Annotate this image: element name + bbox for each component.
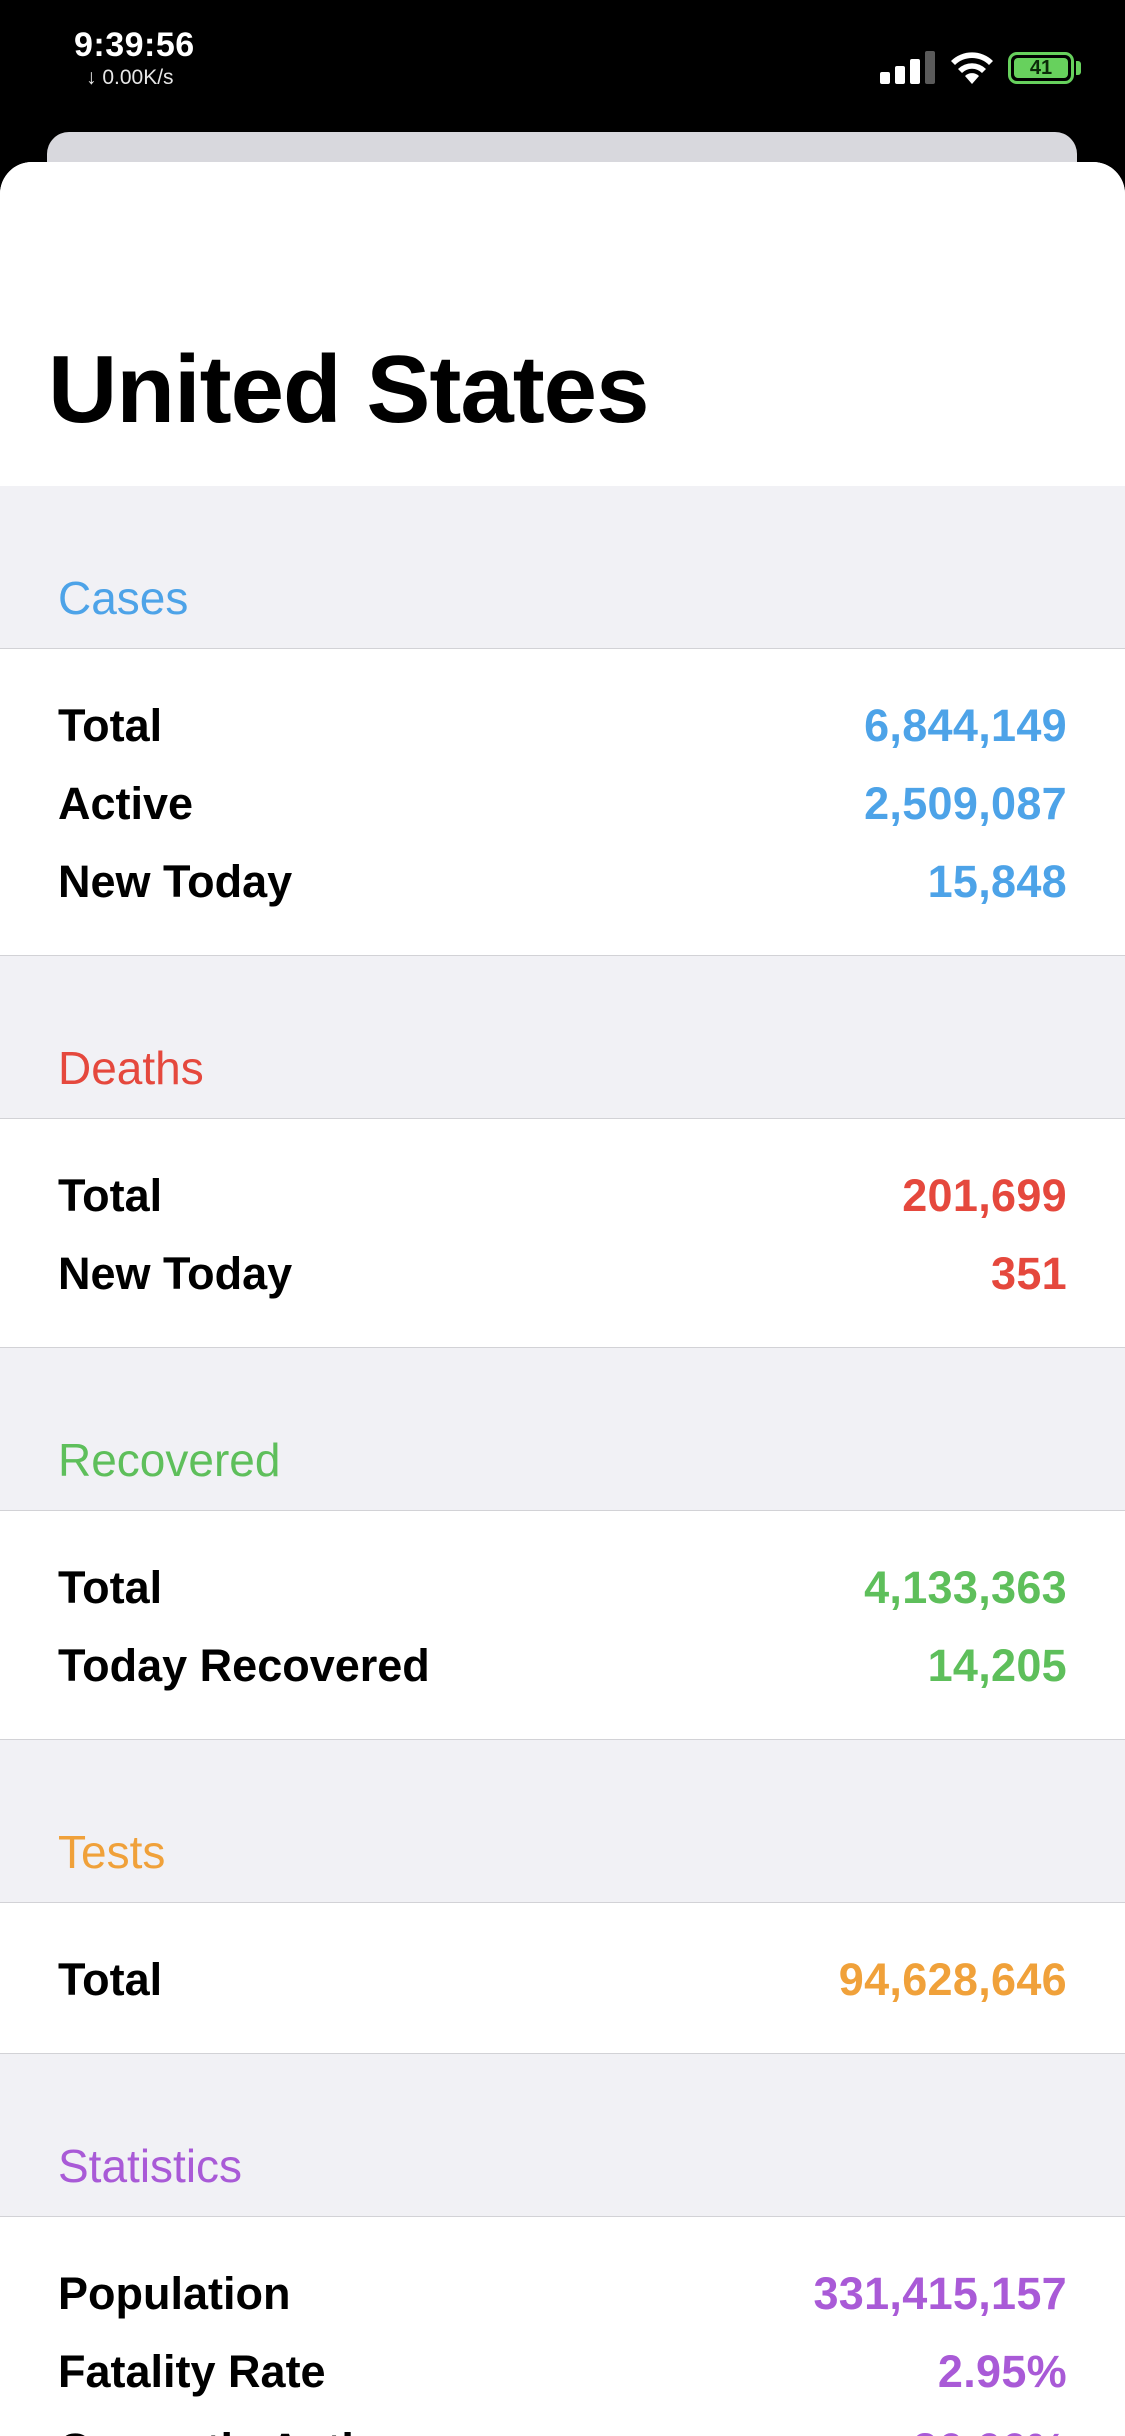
battery-cap (1076, 61, 1081, 75)
status-time: 9:39:56 (74, 26, 195, 64)
stat-value: 2.95% (937, 2346, 1067, 2397)
section-header-recovered: Recovered (0, 1348, 1125, 1511)
stat-value: 331,415,157 (813, 2268, 1067, 2319)
stat-value: 351 (991, 1248, 1067, 1299)
stat-row: Total 6,844,149 (0, 687, 1125, 765)
stat-row: New Today 15,848 (0, 843, 1125, 921)
section-header-cases: Cases (0, 486, 1125, 649)
stat-label: Total (58, 700, 163, 751)
section-body-deaths: Total 201,699 New Today 351 (0, 1119, 1125, 1348)
stat-value: 15,848 (927, 856, 1067, 907)
stat-label: Today Recovered (58, 1640, 430, 1691)
wifi-icon (951, 52, 993, 84)
section-title-cases: Cases (58, 572, 189, 624)
stat-label: New Today (58, 1248, 293, 1299)
section-title-deaths: Deaths (58, 1042, 204, 1094)
section-title-recovered: Recovered (58, 1434, 281, 1486)
stat-value: 94,628,646 (838, 1954, 1067, 2005)
section-header-deaths: Deaths (0, 956, 1125, 1119)
battery-icon: 41 (1008, 52, 1074, 84)
section-header-statistics: Statistics (0, 2054, 1125, 2217)
stat-label: Total (58, 1562, 163, 1613)
stat-row: Fatality Rate 2.95% (0, 2333, 1125, 2411)
network-speed: ↓ 0.00K/s (86, 66, 174, 89)
stat-row: Today Recovered 14,205 (0, 1627, 1125, 1705)
section-title-statistics: Statistics (58, 2140, 243, 2192)
stat-label: Currently Active (58, 2424, 404, 2436)
stat-row: Currently Active 36.66% (0, 2411, 1125, 2436)
country-detail-sheet[interactable]: United States Cases Total 6,844,149 Acti… (0, 162, 1125, 2436)
stat-value: 4,133,363 (864, 1562, 1067, 1613)
section-body-cases: Total 6,844,149 Active 2,509,087 New Tod… (0, 649, 1125, 956)
status-bar: 9:39:56 ↓ 0.00K/s 41 (0, 0, 1125, 130)
battery-level: 41 (1014, 57, 1068, 79)
stat-value: 6,844,149 (864, 700, 1067, 751)
stat-row: Active 2,509,087 (0, 765, 1125, 843)
stat-label: Population (58, 2268, 291, 2319)
section-title-tests: Tests (58, 1826, 166, 1878)
stat-label: Total (58, 1954, 163, 2005)
sheet-header: United States (0, 162, 1125, 486)
stat-row: Total 94,628,646 (0, 1941, 1125, 2019)
page-title: United States (48, 336, 649, 443)
stat-label: Total (58, 1170, 163, 1221)
section-body-recovered: Total 4,133,363 Today Recovered 14,205 (0, 1511, 1125, 1740)
stat-value: 36.66% (913, 2424, 1067, 2436)
signal-icon (880, 50, 936, 84)
section-body-statistics: Population 331,415,157 Fatality Rate 2.9… (0, 2217, 1125, 2436)
stat-value: 14,205 (927, 1640, 1067, 1691)
stat-value: 201,699 (902, 1170, 1067, 1221)
stat-row: Total 201,699 (0, 1157, 1125, 1235)
section-body-tests: Total 94,628,646 (0, 1903, 1125, 2054)
stat-label: Active (58, 778, 194, 829)
stat-label: Fatality Rate (58, 2346, 326, 2397)
stat-row: New Today 351 (0, 1235, 1125, 1313)
stat-row: Population 331,415,157 (0, 2255, 1125, 2333)
stat-row: Total 4,133,363 (0, 1549, 1125, 1627)
section-header-tests: Tests (0, 1740, 1125, 1903)
stat-value: 2,509,087 (864, 778, 1067, 829)
stat-label: New Today (58, 856, 293, 907)
